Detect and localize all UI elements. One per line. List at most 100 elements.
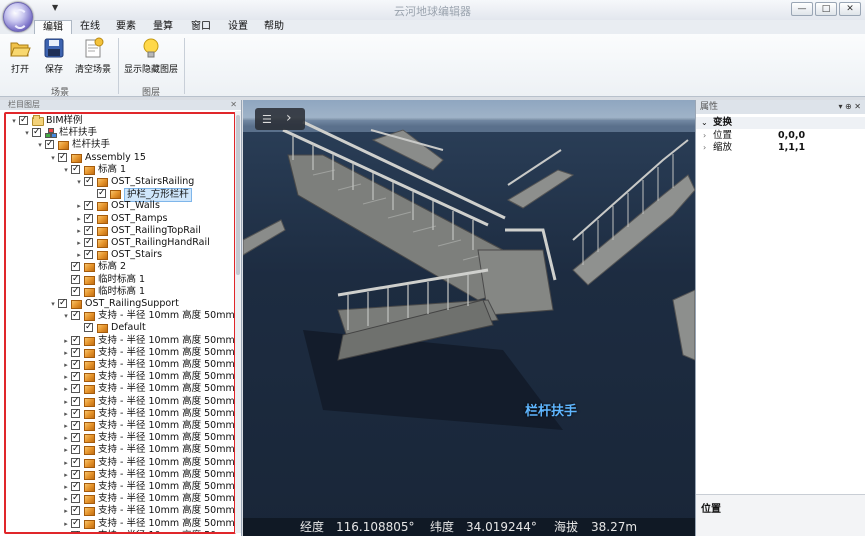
scene-object-label[interactable]: 栏杆扶手 — [525, 400, 577, 419]
close-button[interactable]: ✕ — [839, 2, 861, 16]
tree-row[interactable]: 临时标高 1 — [6, 274, 234, 286]
chevron-right-icon[interactable]: › — [286, 110, 292, 126]
tree-node-label[interactable]: BIM样例 — [46, 115, 83, 127]
layer-visibility-checkbox[interactable] — [71, 347, 80, 357]
expand-icon[interactable]: › — [703, 142, 706, 154]
tree-row[interactable]: ▸ OST_Ramps — [6, 213, 234, 225]
tree-node-label[interactable]: OST_Ramps — [111, 213, 168, 225]
layer-visibility-checkbox[interactable] — [71, 311, 80, 321]
tree-row[interactable]: ▾ 标高 1 — [6, 164, 234, 176]
layer-visibility-checkbox[interactable] — [97, 189, 106, 199]
layer-list-icon[interactable]: ☰ — [262, 113, 272, 126]
tree-node-label[interactable]: OST_RailingSupport — [85, 298, 179, 310]
layer-visibility-checkbox[interactable] — [84, 177, 93, 186]
tab-edit[interactable]: 编辑 — [34, 20, 72, 35]
layer-visibility-checkbox[interactable] — [84, 213, 93, 223]
tree-scrollbar[interactable] — [235, 111, 241, 533]
tree-row[interactable]: ▸ 支持 - 半径 10mm 高度 50mm — [6, 383, 234, 395]
expand-arrow-icon[interactable]: ▸ — [62, 420, 70, 432]
expand-arrow-icon[interactable]: ▸ — [62, 432, 70, 444]
layer-visibility-checkbox[interactable] — [19, 116, 28, 125]
layer-visibility-checkbox[interactable] — [84, 225, 93, 235]
toggle-layers-button[interactable]: 显示隐藏图层 — [122, 37, 180, 75]
tree-row[interactable]: ▸ 支持 - 半径 10mm 高度 50mm — [6, 530, 234, 532]
tree-row[interactable]: ▸ 支持 - 半径 10mm 高度 50mm — [6, 420, 234, 432]
tree-row[interactable]: ▸ 支持 - 半径 10mm 高度 50mm — [6, 396, 234, 408]
expand-arrow-icon[interactable]: ▸ — [62, 518, 70, 530]
tree-row[interactable]: ▸ 支持 - 半径 10mm 高度 50mm — [6, 493, 234, 505]
tree-row[interactable]: ▸ 支持 - 半径 10mm 高度 50mm — [6, 359, 234, 371]
expand-arrow-icon[interactable]: ▸ — [62, 481, 70, 493]
tree-row[interactable]: 标高 2 — [6, 261, 234, 273]
tree-row[interactable]: ▾ 栏杆扶手 — [6, 139, 234, 151]
tree-row[interactable]: ▸ 支持 - 半径 10mm 高度 50mm — [6, 481, 234, 493]
tree-row[interactable]: ▾ OST_StairsRailing — [6, 176, 234, 188]
tree-row[interactable]: ▸ OST_RailingHandRail — [6, 237, 234, 249]
layer-visibility-checkbox[interactable] — [58, 152, 67, 162]
tree-node-label[interactable]: OST_RailingHandRail — [111, 237, 210, 249]
tree-row[interactable]: Default — [6, 322, 234, 334]
layer-visibility-checkbox[interactable] — [84, 250, 93, 260]
tree-node-label[interactable]: 支持 - 半径 10mm 高度 50mm — [98, 359, 234, 371]
tree-node-label[interactable]: 临时标高 1 — [98, 286, 145, 298]
collapse-arrow-icon[interactable]: ▾ — [23, 127, 31, 139]
expand-arrow-icon[interactable]: ▸ — [75, 237, 83, 249]
tree-node-label[interactable]: OST_Walls — [111, 200, 160, 212]
layer-visibility-checkbox[interactable] — [71, 469, 80, 479]
collapse-arrow-icon[interactable]: ▾ — [10, 115, 18, 127]
tree-node-label[interactable]: 标高 2 — [98, 261, 126, 273]
tree-node-label[interactable]: 支持 - 半径 10mm 高度 50mm — [98, 457, 234, 469]
expand-arrow-icon[interactable]: ▸ — [62, 335, 70, 347]
layer-visibility-checkbox[interactable] — [71, 482, 80, 491]
collapse-arrow-icon[interactable]: ▾ — [62, 310, 70, 322]
expand-arrow-icon[interactable]: ▸ — [62, 469, 70, 481]
tree-node-label[interactable]: 支持 - 半径 10mm 高度 50mm — [98, 493, 234, 505]
tab-online[interactable]: 在线 — [80, 20, 100, 35]
property-row[interactable]: › 位置 0,0,0 — [696, 130, 865, 142]
layer-visibility-checkbox[interactable] — [71, 506, 80, 516]
layer-visibility-checkbox[interactable] — [71, 494, 80, 504]
expand-arrow-icon[interactable]: ▸ — [62, 444, 70, 456]
tree-row[interactable]: ▾ 栏杆扶手 — [6, 127, 234, 139]
layer-visibility-checkbox[interactable] — [32, 128, 41, 138]
tree-node-label[interactable]: 支持 - 半径 10mm 高度 50mm — [98, 396, 234, 408]
layer-visibility-checkbox[interactable] — [71, 408, 80, 418]
tree-node-label[interactable]: OST_StairsRailing — [111, 176, 194, 188]
tree-node-label[interactable]: 支持 - 半径 10mm 高度 50mm — [98, 469, 234, 481]
property-value[interactable]: 0,0,0 — [778, 130, 805, 142]
tree-node-label[interactable]: Assembly 15 — [85, 152, 146, 164]
tab-measure[interactable]: 量算 — [153, 20, 173, 35]
expand-arrow-icon[interactable]: ▸ — [62, 505, 70, 517]
tree-row[interactable]: ▸ 支持 - 半径 10mm 高度 50mm — [6, 518, 234, 530]
expand-arrow-icon[interactable]: ▸ — [75, 213, 83, 225]
tab-window[interactable]: 窗口 — [191, 20, 211, 35]
tab-features[interactable]: 要素 — [116, 20, 136, 35]
tree-row[interactable]: ▸ 支持 - 半径 10mm 高度 50mm — [6, 371, 234, 383]
expand-arrow-icon[interactable]: ▸ — [75, 249, 83, 261]
maximize-button[interactable]: □ — [815, 2, 837, 16]
panel-pin-icon[interactable]: ✕ — [230, 100, 237, 110]
tree-row[interactable]: ▾ Assembly 15 — [6, 152, 234, 164]
tree-node-label[interactable]: OST_Stairs — [111, 249, 162, 261]
app-menu-button[interactable] — [3, 2, 33, 32]
tree-row[interactable]: ▾ BIM样例 — [6, 115, 234, 127]
tree-row[interactable]: 临时标高 1 — [6, 286, 234, 298]
expand-arrow-icon[interactable]: ▸ — [62, 359, 70, 371]
expand-arrow-icon[interactable]: ▸ — [75, 225, 83, 237]
collapse-icon[interactable]: ⌄ — [701, 117, 708, 129]
tree-node-label[interactable]: 支持 - 半径 10mm 高度 50mm — [98, 444, 234, 456]
open-button[interactable]: 打开 — [6, 37, 34, 75]
layer-visibility-checkbox[interactable] — [58, 299, 67, 308]
tree-row[interactable]: ▸ 支持 - 半径 10mm 高度 50mm — [6, 457, 234, 469]
expand-arrow-icon[interactable]: ▸ — [62, 457, 70, 469]
expand-arrow-icon[interactable]: ▸ — [62, 396, 70, 408]
scrollbar-thumb[interactable] — [236, 115, 240, 275]
tree-node-label[interactable]: 支持 - 半径 10mm 高度 50mm — [98, 518, 234, 530]
scene-viewport[interactable]: ☰ › 栏杆扶手 经度 116.108805° 纬度 34.019244° 海拔… — [243, 100, 695, 536]
tree-node-label[interactable]: 栏杆扶手 — [72, 139, 110, 151]
tree-node-label[interactable]: 支持 - 半径 10mm 高度 50mm — [98, 481, 234, 493]
layer-visibility-checkbox[interactable] — [71, 396, 80, 406]
tree-node-label[interactable]: 支持 - 半径 10mm 高度 50mm — [98, 408, 234, 420]
tab-help[interactable]: 帮助 — [264, 20, 284, 35]
expand-arrow-icon[interactable]: ▸ — [75, 200, 83, 212]
